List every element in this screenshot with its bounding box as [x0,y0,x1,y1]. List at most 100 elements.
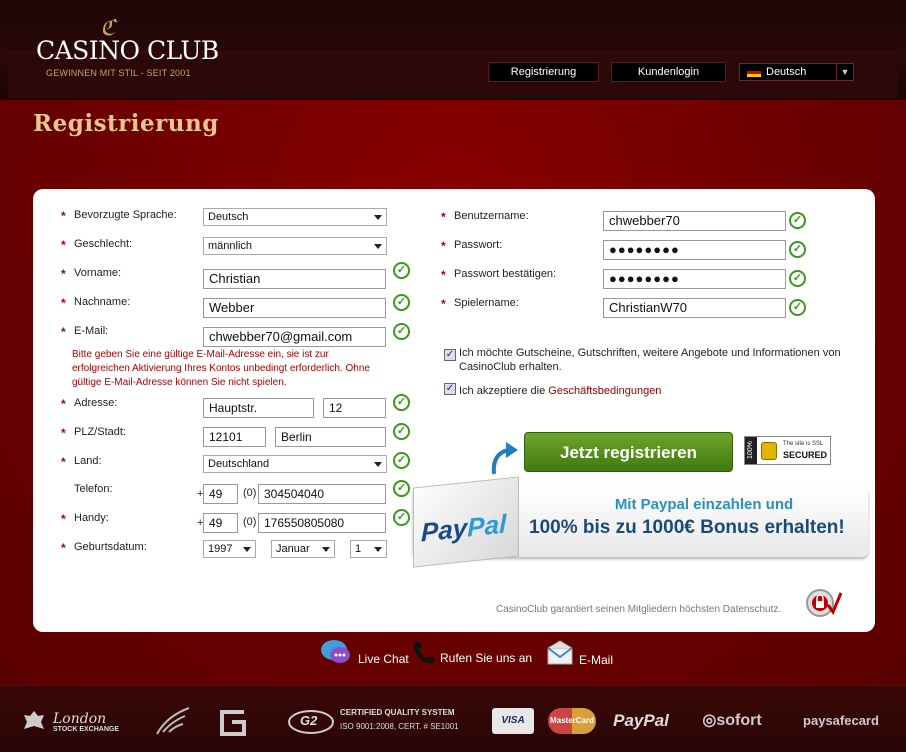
lastname-label: Nachname: [74,296,131,308]
casinoclub-logo[interactable]: ℭ CASINO CLUB GEWINNEN MIT STIL - SEIT 2… [36,14,219,80]
birth-day-select[interactable]: 1 [350,540,387,558]
caret-down-icon [374,462,382,467]
required-marker: * [61,455,66,469]
phone-icon[interactable] [411,640,435,666]
firstname-label: Vorname: [74,267,122,279]
valid-check-icon: ✓ [789,299,806,316]
paypal-logo-b: Pal [467,508,507,543]
quality-line1: CERTIFIED QUALITY SYSTEM [340,708,455,717]
logo-tagline: GEWINNEN MIT STIL - SEIT 2001 [46,68,191,78]
playername-input[interactable]: ChristianW70 [603,298,786,318]
caret-down-icon [374,215,382,220]
birth-month-select[interactable]: Januar [271,540,335,558]
gender-label: Geschlecht: [74,238,133,250]
ssl-secured-badge: 100% The site is SSL SECURED [744,436,831,465]
email-contact-link[interactable]: E-Mail [579,653,613,667]
zip-input[interactable]: 12101 [203,427,266,447]
caret-down-icon [243,547,251,552]
email-label: E-Mail: [74,325,109,337]
paypal-footer-logo: PayPal [613,711,669,730]
required-marker: * [441,297,446,311]
city-input[interactable]: Berlin [275,427,386,447]
email-input[interactable]: chwebber70@gmail.com [203,327,386,347]
g2-text: G2 [300,713,318,728]
preferred-language-value: Deutsch [208,211,249,223]
phone-input[interactable]: 304504040 [258,484,386,504]
lastname-input[interactable]: Webber [203,298,386,318]
ssl-line2: SECURED [783,450,828,460]
house-number-input[interactable]: 12 [323,398,386,418]
valid-check-icon: ✓ [393,323,410,340]
ssl-line1: The site is SSL [783,441,824,447]
privacy-text: CasinoClub garantiert seinen Mitgliedern… [496,604,782,615]
email-icon[interactable] [546,640,574,666]
username-input[interactable]: chwebber70 [603,211,786,231]
valid-check-icon: ✓ [789,212,806,229]
required-marker: * [441,268,446,282]
password-confirm-input[interactable]: ●●●●●●●● [603,269,786,289]
caret-down-icon [322,547,330,552]
header: ℭ CASINO CLUB GEWINNEN MIT STIL - SEIT 2… [0,0,906,100]
birth-day-value: 1 [355,543,362,555]
phone-label: Telefon: [74,483,113,495]
mastercard-logo: MasterCard [548,708,596,734]
paypal-bonus-banner[interactable]: PayPal Mit Paypal einzahlen und 100% bis… [413,476,868,568]
g-logo-icon [220,710,246,736]
call-us-link[interactable]: Rufen Sie uns an [440,651,532,665]
terms-checkbox[interactable]: ✓ [444,383,456,395]
paypal-bonus-text: 100% bis zu 1000€ Bonus erhalten! [529,517,845,538]
mobile-country-code-input[interactable]: 49 [203,513,238,533]
live-chat-icon[interactable] [320,638,352,668]
required-marker: * [61,296,66,310]
required-marker: * [61,267,66,281]
firstname-input[interactable]: Christian [203,269,386,289]
required-marker: * [61,209,66,223]
birth-month-value: Januar [276,543,310,555]
live-chat-link[interactable]: Live Chat [358,652,409,666]
required-marker: * [61,325,66,339]
required-marker: * [61,397,66,411]
sofort-text: sofort [716,712,762,729]
newsletter-checkbox[interactable]: ✓ [444,349,456,361]
lse-name: London [53,711,107,727]
mobile-input[interactable]: 176550805080 [258,513,386,533]
valid-check-icon: ✓ [393,294,410,311]
password-confirm-label: Passwort bestätigen: [454,268,557,280]
password-input[interactable]: ●●●●●●●● [603,240,786,260]
username-label: Benutzername: [454,210,529,222]
paypal-headline: Mit Paypal einzahlen und [614,496,794,513]
country-value: Deutschland [208,458,270,470]
language-select[interactable]: Deutsch ▼ [739,63,854,81]
gender-select[interactable]: männlich [203,237,387,255]
preferred-language-select[interactable]: Deutsch [203,208,387,226]
chevron-down-icon[interactable]: ▼ [836,64,853,80]
terms-prefix: Ich akzeptiere die [459,385,549,397]
lse-crest-icon [24,711,44,729]
required-marker: * [61,541,66,555]
required-marker: * [441,239,446,253]
registration-panel: * Bevorzugte Sprache: Deutsch * Geschlec… [33,189,875,632]
mobile-zero-prefix: (0) [243,516,257,528]
country-select[interactable]: Deutschland [203,455,387,473]
mobile-label: Handy: [74,512,109,524]
sofort-logo: ◎sofort [702,712,762,729]
terms-link[interactable]: Geschäftsbedingungen [548,385,661,397]
register-submit-button[interactable]: Jetzt registrieren [524,432,733,472]
language-label: Bevorzugte Sprache: [74,209,177,221]
feather-logo-icon [156,707,190,735]
curved-arrow-icon [491,442,518,475]
register-nav-button[interactable]: Registrierung [488,62,599,82]
quality-line2: ISO 9001:2008, CERT. # SE1001 [340,722,459,731]
login-nav-button[interactable]: Kundenlogin [611,62,726,82]
birth-year-value: 1997 [208,543,233,555]
logo-name: CASINO CLUB [36,36,219,65]
padlock-icon [761,442,777,460]
valid-check-icon: ✓ [789,241,806,258]
valid-check-icon: ✓ [393,262,410,279]
phone-country-code-input[interactable]: 49 [203,484,238,504]
caret-down-icon [374,547,382,552]
required-marker: * [441,210,446,224]
valid-check-icon: ✓ [393,452,410,469]
street-input[interactable]: Hauptstr. [203,398,314,418]
birth-year-select[interactable]: 1997 [203,540,256,558]
